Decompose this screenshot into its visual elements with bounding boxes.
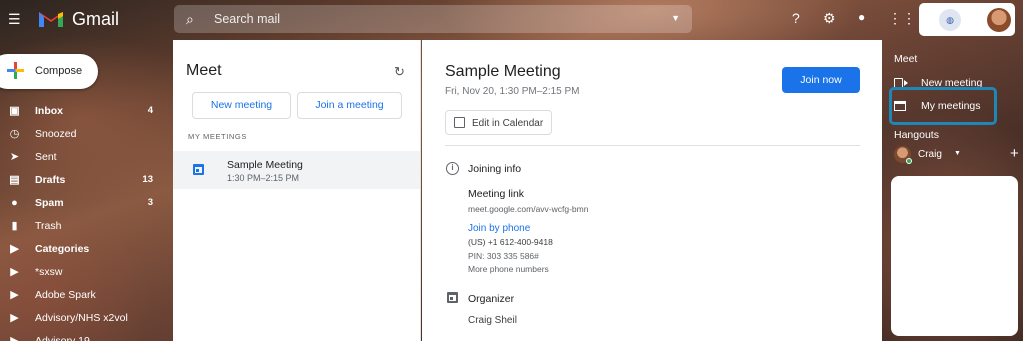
meeting-title: Sample Meeting: [445, 63, 561, 80]
inbox-icon: ▣: [9, 105, 20, 117]
my-meetings-heading: MY MEETINGS: [188, 132, 247, 141]
meeting-pin: PIN: 303 335 586#: [468, 251, 539, 261]
refresh-icon[interactable]: ↻: [394, 64, 405, 80]
sidebar-item[interactable]: ▣ Inbox 4: [0, 100, 173, 123]
meet-panel-title: Meet: [186, 62, 222, 79]
gmail-logo-icon[interactable]: [38, 9, 64, 29]
search-icon[interactable]: ⌕: [186, 11, 194, 28]
account-area[interactable]: ◍: [919, 3, 1015, 36]
draft-icon: ▤: [9, 174, 20, 186]
sidebar-item[interactable]: ▶ *sxsw: [0, 261, 173, 284]
sidebar-item-label: Drafts: [35, 174, 66, 186]
sidebar-item-count: 13: [142, 174, 153, 185]
organization-logo: ◍: [939, 9, 961, 31]
gear-icon[interactable]: ⚙: [823, 10, 836, 27]
meeting-list-item[interactable]: Sample Meeting 1:30 PM–2:15 PM: [173, 151, 420, 189]
join-now-button[interactable]: Join now: [782, 67, 860, 93]
top-bar: ☰ Gmail ⌕ Search mail ▼ ? ⚙ ● ⋮⋮ ◍: [0, 0, 1023, 40]
meeting-link[interactable]: meet.google.com/avv-wcfg-bmn: [468, 204, 588, 214]
sidebar-item[interactable]: ▮ Trash: [0, 215, 173, 238]
sidebar-item[interactable]: ● Spam 3: [0, 192, 173, 215]
spam-icon: ●: [11, 197, 18, 209]
label-icon: ▶: [10, 312, 19, 324]
calendar-icon: [447, 292, 458, 303]
info-icon: i: [446, 162, 459, 175]
label-icon: ▶: [10, 289, 19, 301]
sidebar-item-label: Snoozed: [35, 128, 77, 140]
trash-icon: ▮: [11, 220, 18, 232]
sidebar-item[interactable]: ▤ Drafts 13: [0, 169, 173, 192]
send-icon: ➤: [9, 151, 20, 163]
search-placeholder: Search mail: [214, 12, 280, 26]
sidebar-item-label: Trash: [35, 220, 62, 232]
sidebar-item-label: Adobe Spark: [35, 289, 96, 301]
meet-section-heading: Meet: [894, 53, 918, 65]
sidebar-item-label: *sxsw: [35, 266, 63, 278]
left-nav: Compose ▣ Inbox 4 ◷ Snoozed ➤ Sent ▤ Drafts 13 ● Sp…: [0, 40, 173, 341]
search-options-icon[interactable]: ▼: [671, 13, 680, 23]
meeting-date: Fri, Nov 20, 1:30 PM–2:15 PM: [445, 86, 580, 97]
avatar[interactable]: [987, 8, 1011, 32]
sidebar-item-count: 3: [147, 197, 153, 208]
search-input[interactable]: ⌕ Search mail ▼: [174, 5, 692, 33]
label-icon: ▶: [10, 243, 19, 255]
status-icon[interactable]: ●: [858, 10, 865, 24]
sidebar-item-label: Categories: [35, 243, 90, 255]
label-icon: ▶: [10, 335, 19, 341]
compose-button[interactable]: Compose: [0, 54, 98, 89]
sidebar-item-label: Advisory/NHS x2vol: [35, 312, 128, 324]
sidebar-item[interactable]: ▶ Advisory 19: [0, 330, 173, 341]
sidebar-item[interactable]: ▶ Advisory/NHS x2vol: [0, 307, 173, 330]
edit-in-calendar-button[interactable]: Edit in Calendar: [445, 110, 552, 135]
hangouts-chat-list: [891, 176, 1018, 336]
plus-icon: [7, 62, 24, 79]
edit-in-calendar-label: Edit in Calendar: [472, 118, 544, 129]
chevron-down-icon[interactable]: ▼: [954, 150, 961, 157]
join-meeting-button[interactable]: Join a meeting: [297, 92, 402, 119]
sidebar-item[interactable]: ▶ Adobe Spark: [0, 284, 173, 307]
sidebar-item-label: Spam: [35, 197, 64, 209]
sidebar-item[interactable]: ▶ Categories: [0, 238, 173, 261]
join-by-phone-link[interactable]: Join by phone: [468, 223, 530, 234]
highlight-box: [889, 87, 997, 125]
sidebar-item-label: Advisory 19: [35, 335, 90, 341]
help-icon[interactable]: ?: [792, 10, 800, 26]
sidebar-item[interactable]: ➤ Sent: [0, 146, 173, 169]
meet-panel: Meet ↻ New meeting Join a meeting MY MEE…: [173, 40, 421, 341]
compose-label: Compose: [35, 65, 83, 77]
online-status-icon: [906, 158, 912, 164]
meeting-item-time: 1:30 PM–2:15 PM: [227, 173, 300, 183]
sidebar-item-label: Sent: [35, 151, 57, 163]
add-icon[interactable]: +: [1010, 145, 1019, 162]
phone-number: (US) +1 612-400-9418: [468, 237, 553, 247]
divider: [445, 145, 860, 146]
apps-grid-icon[interactable]: ⋮⋮: [888, 10, 916, 27]
calendar-icon: [193, 164, 204, 175]
meeting-item-title: Sample Meeting: [227, 159, 303, 171]
meeting-detail: Sample Meeting Fri, Nov 20, 1:30 PM–2:15…: [422, 40, 882, 341]
more-phone-numbers-link[interactable]: More phone numbers: [468, 264, 549, 274]
hangouts-heading: Hangouts: [894, 129, 939, 141]
new-meeting-button[interactable]: New meeting: [192, 92, 291, 119]
sidebar-item-count: 4: [147, 105, 153, 116]
organizer-name: Craig Sheil: [468, 315, 517, 326]
hangouts-user[interactable]: Craig ▼ +: [894, 145, 1019, 164]
clock-icon: ◷: [9, 128, 20, 140]
label-icon: ▶: [10, 266, 19, 278]
joining-info-heading: Joining info: [468, 163, 522, 175]
organizer-heading: Organizer: [468, 293, 515, 305]
main-menu-icon[interactable]: ☰: [8, 12, 22, 26]
sidebar-item-label: Inbox: [35, 105, 63, 117]
app-brand[interactable]: Gmail: [72, 9, 119, 30]
hangouts-user-name: Craig: [918, 149, 942, 160]
right-side-panel: Meet New meeting My meetings Hangouts Cr…: [882, 40, 1023, 341]
sidebar-item[interactable]: ◷ Snoozed: [0, 123, 173, 146]
meeting-link-label: Meeting link: [468, 188, 525, 200]
open-external-icon: [454, 117, 465, 128]
